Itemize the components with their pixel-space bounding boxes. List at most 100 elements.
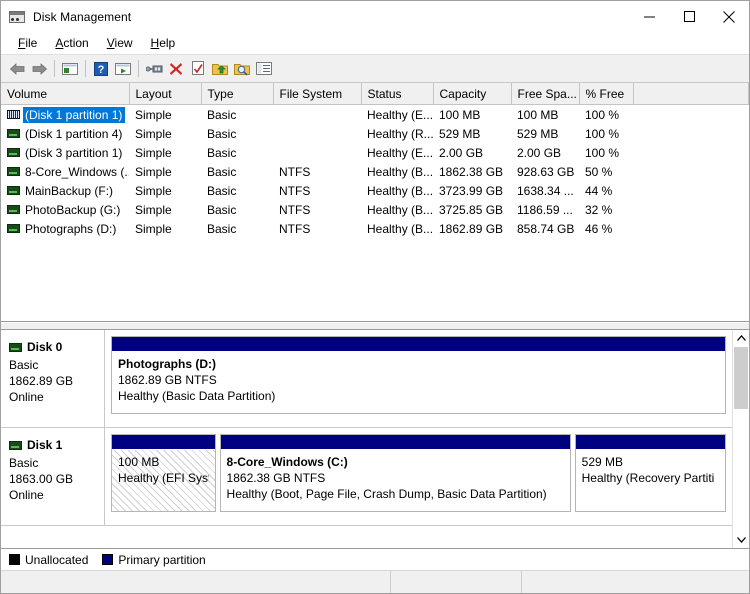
volume-table-header: Volume Layout Type File System Status Ca… [1, 83, 749, 105]
disk-state: Online [9, 488, 44, 502]
menu-action[interactable]: Action [46, 34, 97, 52]
disk-pane-scrollbar[interactable] [732, 330, 749, 548]
cell-status: Healthy (E... [367, 107, 433, 122]
drive-icon [7, 148, 20, 157]
table-row[interactable]: Photographs (D:) Simple Basic NTFS Healthy (… [1, 219, 749, 238]
table-row[interactable]: MainBackup (F:) Simple Basic NTFS Healthy (B… [1, 181, 749, 200]
menu-file[interactable]: File [9, 34, 46, 52]
column-header-capacity[interactable]: Capacity [433, 83, 512, 105]
cell-volume-label: (Disk 1 partition 4) [25, 126, 123, 141]
column-header-filler[interactable] [633, 83, 749, 105]
table-row[interactable]: (Disk 1 partition 4) Simple Basic Healthy (… [1, 124, 749, 143]
cell-file-system [273, 143, 361, 162]
legend-item-unallocated: Unallocated [9, 553, 88, 567]
partition-block[interactable]: 8-Core_Windows (C:) 1862.38 GB NTFS Health… [219, 434, 571, 512]
back-arrow-icon[interactable] [6, 58, 28, 80]
properties-window-icon[interactable] [112, 58, 134, 80]
menu-help[interactable]: Help [142, 34, 185, 52]
cell-type: Basic [207, 107, 237, 122]
maximize-button[interactable] [669, 1, 709, 32]
connect-icon[interactable] [143, 58, 165, 80]
cell-status: Healthy (E... [367, 145, 433, 160]
cell-free-space: 858.74 GB [517, 221, 575, 236]
detail-list-icon[interactable] [253, 58, 275, 80]
cell-type: Basic [207, 164, 237, 179]
partition-block[interactable]: 100 MB Healthy (EFI Syste [111, 434, 216, 512]
drive-icon [7, 110, 20, 119]
cell-type: Basic [207, 221, 237, 236]
scroll-up-button[interactable] [733, 330, 749, 347]
partition-block[interactable]: Photographs (D:) 1862.89 GB NTFS Healthy (… [111, 336, 726, 414]
column-header-volume[interactable]: Volume [1, 83, 130, 105]
scrollbar-thumb[interactable] [734, 347, 748, 409]
cell-layout: Simple [135, 107, 172, 122]
disk-title: Disk 1 [9, 438, 104, 452]
partition-title: 8-Core_Windows (C:) [226, 455, 348, 469]
scroll-down-button[interactable] [733, 531, 749, 548]
partition-color-bar [112, 435, 215, 450]
cell-free-space: 928.63 GB [517, 164, 575, 179]
column-header-file-system[interactable]: File System [273, 83, 362, 105]
cell-file-system: NTFS [279, 221, 311, 236]
partition-block[interactable]: 529 MB Healthy (Recovery Partiti [574, 434, 726, 512]
column-header-layout[interactable]: Layout [129, 83, 202, 105]
cell-capacity: 3723.99 GB [439, 183, 504, 198]
help-icon[interactable]: ? [90, 58, 112, 80]
cell-capacity: 100 MB [439, 107, 481, 122]
column-header-percent-free[interactable]: % Free [579, 83, 634, 105]
pane-splitter[interactable] [1, 322, 749, 330]
partition-health: Healthy (Recovery Partiti [581, 471, 715, 485]
disk-name: Disk 0 [27, 340, 63, 354]
partition-strip: Photographs (D:) 1862.89 GB NTFS Healthy (… [105, 330, 732, 427]
disk-row[interactable]: Disk 1 Basic 1863.00 GB Online 100 MB Healthy… [1, 428, 732, 526]
cell-percent-free: 44 % [585, 183, 613, 198]
cell-free-space: 529 MB [517, 126, 559, 141]
cell-percent-free: 50 % [585, 164, 613, 179]
folder-search-icon[interactable] [231, 58, 253, 80]
partition-health: Healthy (Basic Data Partition) [118, 389, 276, 403]
cell-volume: (Disk 1 partition 1) [1, 105, 129, 125]
show-hide-tree-icon[interactable] [59, 58, 81, 80]
cell-filler [633, 105, 749, 125]
column-header-status[interactable]: Status [361, 83, 434, 105]
svg-text:?: ? [98, 64, 105, 76]
cell-status: Healthy (B... [367, 202, 433, 217]
toolbar-separator [138, 60, 139, 77]
toolbar-separator [54, 60, 55, 77]
cell-volume: (Disk 3 partition 1) [1, 143, 129, 162]
table-row[interactable]: PhotoBackup (G:) Simple Basic NTFS Healthy (… [1, 200, 749, 219]
cell-layout: Simple [135, 221, 172, 236]
disk-management-icon [9, 9, 25, 25]
status-pane-2 [391, 571, 522, 593]
drive-icon [7, 186, 20, 195]
folder-up-icon[interactable] [209, 58, 231, 80]
disk-type: Basic [9, 456, 39, 470]
close-button[interactable] [709, 1, 749, 32]
cell-status: Healthy (R... [367, 126, 433, 141]
cell-percent-free: 32 % [585, 202, 613, 217]
table-row[interactable]: (Disk 1 partition 1) Simple Basic Healthy (… [1, 105, 749, 125]
cell-percent-free: 100 % [585, 107, 620, 122]
column-header-type[interactable]: Type [201, 83, 274, 105]
disk-size: 1863.00 GB [9, 472, 74, 486]
disk-type: Basic [9, 358, 39, 372]
disk-info-disk-0[interactable]: Disk 0 Basic 1862.89 GB Online [1, 330, 105, 427]
menu-view[interactable]: View [98, 34, 142, 52]
table-row[interactable]: 8-Core_Windows (... Simple Basic NTFS Health… [1, 162, 749, 181]
delete-icon[interactable] [165, 58, 187, 80]
disk-row[interactable]: Disk 0 Basic 1862.89 GB Online Photographs (… [1, 330, 732, 428]
title-bar: Disk Management [1, 1, 749, 32]
column-header-free-space[interactable]: Free Spa... [511, 83, 580, 105]
forward-arrow-icon[interactable] [28, 58, 50, 80]
disk-size: 1862.89 GB [9, 374, 74, 388]
disk-info-disk-1[interactable]: Disk 1 Basic 1863.00 GB Online [1, 428, 105, 525]
volume-list-pane[interactable]: Volume Layout Type File System Status Ca… [1, 83, 749, 322]
partition-color-bar [112, 337, 725, 352]
table-row[interactable]: (Disk 3 partition 1) Simple Basic Healthy (… [1, 143, 749, 162]
drive-icon [9, 342, 22, 352]
cell-capacity: 1862.38 GB [439, 164, 504, 179]
minimize-button[interactable] [629, 1, 669, 32]
checked-document-icon[interactable] [187, 58, 209, 80]
scrollbar-track[interactable] [733, 347, 749, 531]
partition-size: 1862.89 GB NTFS [118, 373, 217, 387]
